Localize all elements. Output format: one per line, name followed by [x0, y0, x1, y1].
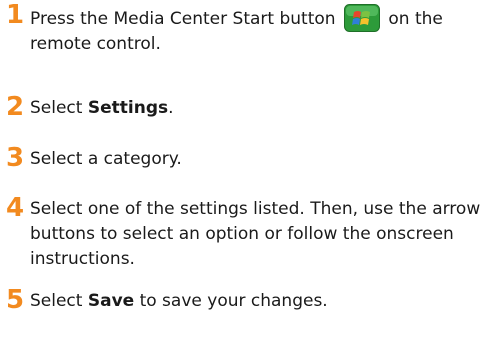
step-text: Select Save to save your changes. — [30, 291, 328, 311]
windows-start-button-icon — [343, 4, 380, 32]
step-number: 3 — [6, 143, 25, 173]
step-text: Press the Media Center Start button on t… — [30, 4, 500, 57]
step-number: 5 — [6, 285, 25, 315]
step-number: 2 — [6, 92, 25, 122]
step-number: 1 — [6, 0, 25, 30]
save-label: Save — [87, 291, 135, 311]
step-text: Select Settings. — [30, 98, 174, 118]
step-text: Select a category. — [30, 149, 182, 169]
step-number: 4 — [6, 193, 25, 223]
instruction-steps: 1 Press the Media Center Start button on… — [0, 0, 502, 337]
settings-label: Settings — [87, 98, 169, 118]
step-text: Select one of the settings listed. Then,… — [30, 199, 481, 269]
